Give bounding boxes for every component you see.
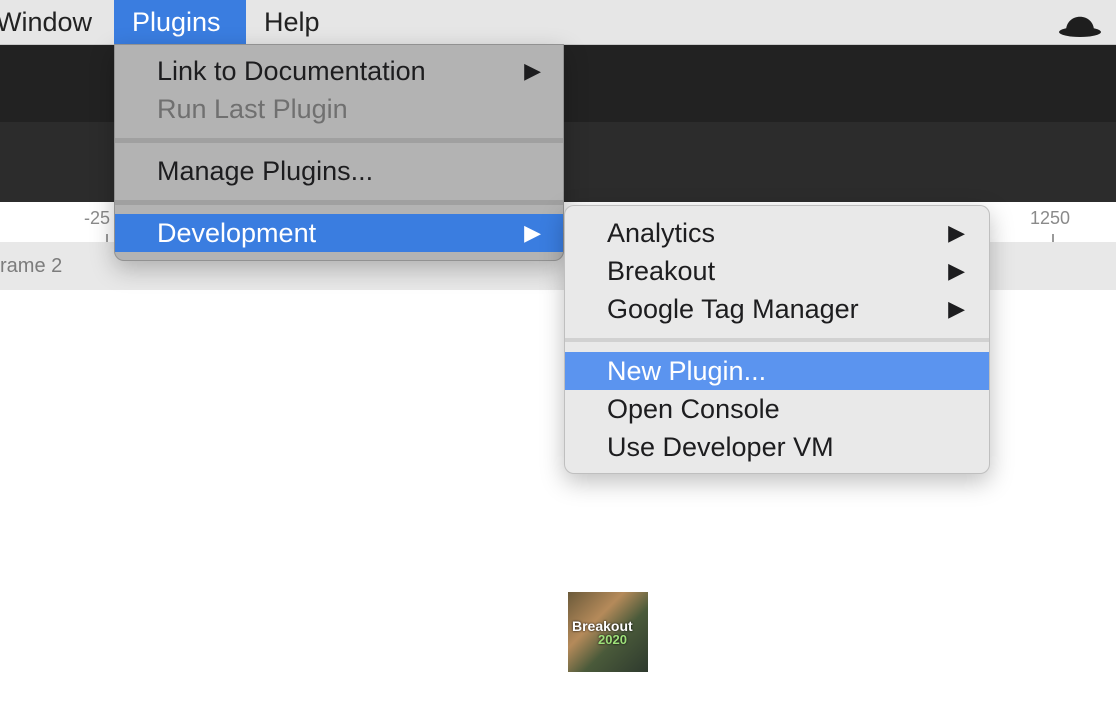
breakout-thumbnail-image[interactable]: Breakout 2020 — [568, 592, 648, 672]
menu-item-new-plugin[interactable]: New Plugin... — [565, 352, 989, 390]
development-submenu: Analytics ▶ Breakout ▶ Google Tag Manage… — [564, 205, 990, 474]
thumbnail-year: 2020 — [598, 632, 627, 647]
menu-separator — [565, 338, 989, 342]
menu-item-manage-plugins[interactable]: Manage Plugins... — [115, 152, 563, 190]
submenu-arrow-icon: ▶ — [948, 220, 965, 245]
menu-item-link-to-documentation[interactable]: Link to Documentation ▶ — [115, 52, 563, 90]
ruler-tick — [1052, 234, 1054, 242]
menu-separator — [115, 138, 563, 143]
menu-plugins[interactable]: Plugins — [114, 0, 246, 44]
menu-item-analytics[interactable]: Analytics ▶ — [565, 214, 989, 252]
menu-item-run-last-plugin: Run Last Plugin — [115, 90, 563, 128]
ruler-tick-label: 1250 — [1030, 208, 1071, 228]
menu-item-label: Analytics — [607, 218, 716, 248]
menu-item-google-tag-manager[interactable]: Google Tag Manager ▶ — [565, 290, 989, 328]
submenu-arrow-icon: ▶ — [524, 58, 541, 83]
menu-item-label: Use Developer VM — [607, 432, 834, 462]
menu-item-label: Run Last Plugin — [157, 94, 348, 124]
menu-item-label: New Plugin... — [607, 356, 767, 386]
submenu-arrow-icon: ▶ — [948, 296, 965, 321]
menu-separator — [115, 200, 563, 205]
submenu-arrow-icon: ▶ — [524, 220, 541, 245]
menu-item-use-developer-vm[interactable]: Use Developer VM — [565, 428, 989, 466]
menu-help[interactable]: Help — [246, 0, 338, 44]
menu-bar: Window Plugins Help — [0, 0, 1116, 45]
menu-item-label: Manage Plugins... — [157, 156, 374, 186]
menu-item-label: Google Tag Manager — [607, 294, 859, 324]
ruler-tick — [106, 234, 108, 242]
menu-item-label: Breakout — [607, 256, 716, 286]
menu-item-label: Development — [157, 218, 317, 248]
menu-item-breakout[interactable]: Breakout ▶ — [565, 252, 989, 290]
submenu-arrow-icon: ▶ — [948, 258, 965, 283]
menu-item-label: Link to Documentation — [157, 56, 426, 86]
ruler-tick-label: -25 — [84, 208, 111, 228]
menu-item-development[interactable]: Development ▶ — [115, 214, 563, 252]
frame-label[interactable]: rame 2 — [0, 255, 62, 278]
menu-window[interactable]: Window — [0, 0, 110, 44]
bowler-hat-icon[interactable] — [1058, 6, 1102, 38]
plugins-dropdown: Link to Documentation ▶ Run Last Plugin … — [114, 44, 564, 261]
menu-item-open-console[interactable]: Open Console — [565, 390, 989, 428]
menu-item-label: Open Console — [607, 394, 780, 424]
